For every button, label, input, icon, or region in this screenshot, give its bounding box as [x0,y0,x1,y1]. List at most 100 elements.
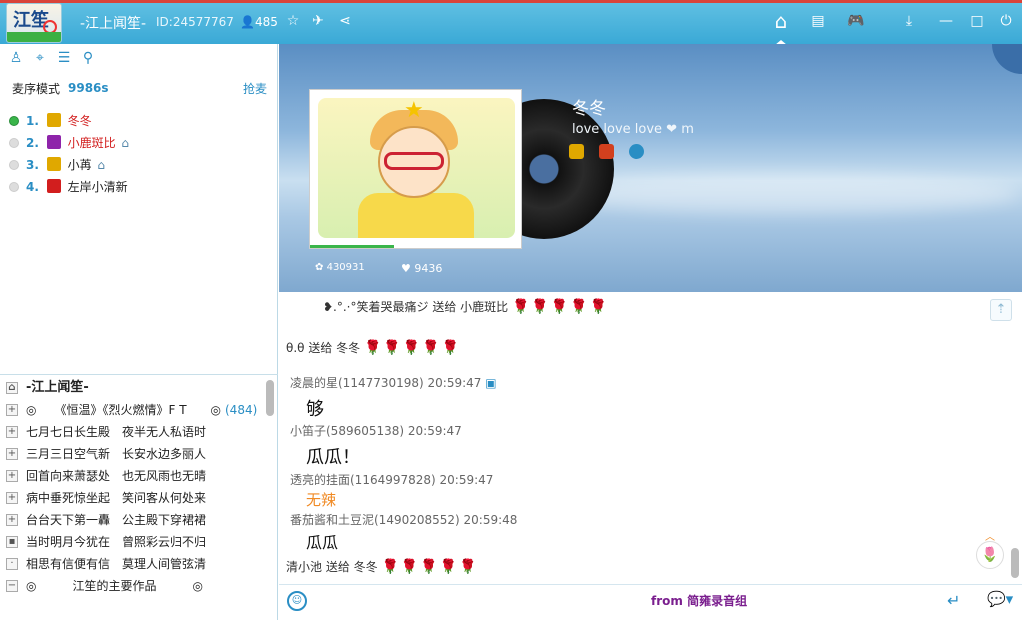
expand-icon[interactable]: + [6,448,18,460]
gift-message: θ.θ 送给 冬冬 🌹🌹🌹🌹🌹 [286,340,462,356]
mic-queue: 1. 冬冬 2. 小鹿斑比 ⌂ 3. 小苒 ⌂ 4. 左岸小清新 [8,110,268,198]
phone-icon: ▣ [485,376,497,390]
rose-icon: 🌹🌹🌹🌹🌹 [381,559,479,575]
message-text: 够 [306,399,324,420]
message-text: 瓜瓜！ [306,447,360,468]
bird-icon[interactable] [629,144,644,159]
anchor-signature: love love love ❤ m [572,122,694,137]
now-playing-banner: ★ 冬冬 love love love ❤ m ✿ 430931 ♥ 9436 [279,44,1022,292]
chat-bubble-icon[interactable]: 💬▾ [987,590,1013,608]
queue-item[interactable]: 3. 小苒 ⌂ [8,154,268,176]
chat-area: ❥.°.·°笑着哭最痛ジ 送给 小鹿斑比 🌹🌹🌹🌹🌹 θ.θ 送给 冬冬 🌹🌹🌹… [279,292,1008,584]
emoji-icon[interactable]: ☺ [287,591,307,611]
download-icon[interactable]: ⤓ [900,12,918,30]
expand-icon[interactable]: + [6,404,18,416]
share-icon[interactable]: ⋖ [336,12,354,30]
rose-icon: 🌹🌹🌹🌹🌹 [363,340,462,356]
chat-scrollbar[interactable] [1011,548,1019,578]
title-bar: 江笙 -江上闻笙- ID:24577767 👤485 ☆ ✈ ⋖ ⌂ ▤ 🎮 ⤓… [0,0,1022,45]
status-dot [9,182,19,192]
queue-item[interactable]: 2. 小鹿斑比 ⌂ [8,132,268,154]
channel-list: ⌂ -江上闻笙- + ◎ 《恒温》《烈火燃情》F T ◎ (484) + 七月七日长生殿… [4,377,266,597]
channel-count: (484) [225,403,258,417]
status-dot [9,116,19,126]
plane-icon[interactable]: ✈ [309,12,327,30]
channel-item[interactable]: − ◎ 江笙的主要作品 ◎ [4,575,266,597]
gamepad-icon[interactable]: 🎮 [847,12,865,30]
dot-icon: · [6,558,18,570]
rose-icon: 🌹🌹🌹🌹🌹 [511,299,610,315]
home-icon[interactable]: ⌂ [770,10,792,32]
search-icon[interactable]: ⚲ [80,50,96,66]
room-logo[interactable]: 江笙 [6,3,62,43]
maximize-icon[interactable]: □ [968,12,986,30]
location-icon[interactable]: ⌖ [32,50,48,66]
channel-scrollbar[interactable] [266,380,274,416]
input-bar: ☺ from 简雍录音组 ↵ 💬▾ [279,584,1022,620]
minimize-icon[interactable]: — [937,12,955,30]
scroll-top-button[interactable]: ⇡ [990,299,1012,321]
house-icon: ⌂ [121,136,130,150]
source-label: from 简雍录音组 [651,594,748,608]
message-meta: 凌晨的星(1147730198) 20:59:47 ▣ [290,376,497,390]
crown-icon[interactable] [569,144,584,159]
left-panel: ♙ ⌖ ☰ ⚲ 麦序模式 9986s 抢麦 1. 冬冬 2. 小鹿斑比 ⌂ 3. 小苒… [0,44,278,620]
message-text: 无辣 [306,491,337,509]
channel-item[interactable]: + 台台天下第一轟 公主殿下穿裙裙 [4,509,266,531]
anchor-badges [569,144,659,162]
user-icon[interactable]: ♙ [8,50,24,66]
channel-item[interactable]: + ◎ 《恒温》《烈火燃情》F T ◎ (484) [4,399,266,421]
person-icon: 👤 [240,15,255,29]
channel-item[interactable]: + 病中垂死惊坐起 笑问客从何处来 [4,487,266,509]
vip-badge-icon [46,113,61,127]
status-dot [9,138,19,148]
message-meta: 小笛子(589605138) 20:59:47 [290,424,462,438]
album-cover[interactable]: ★ [309,89,522,249]
hearts-stat: ♥ 9436 [401,262,443,275]
house-icon: ⌂ [97,158,106,172]
channel-item[interactable]: · 相思有信便有信 莫理人间管弦清 [4,553,266,575]
channel-root[interactable]: ⌂ -江上闻笙- [4,377,266,399]
expand-icon[interactable]: + [6,426,18,438]
corner-badge-icon[interactable] [992,44,1022,74]
online-count: 👤485 [240,15,278,29]
channel-item[interactable]: + 七月七日长生殿 夜半无人私语时 [4,421,266,443]
expand-icon[interactable]: + [6,492,18,504]
message-meta: 透亮的挂面(1164997828) 20:59:47 [290,473,494,487]
star-icon[interactable]: ☆ [284,12,302,30]
lock-icon: ▪ [6,536,18,548]
notes-icon[interactable]: ☰ [56,50,72,66]
level-badge-icon[interactable] [599,144,614,159]
room-name: -江上闻笙- [80,16,147,32]
star-icon: ★ [404,98,424,123]
queue-item[interactable]: 1. 冬冬 [8,110,268,132]
left-toolbar: ♙ ⌖ ☰ ⚲ [8,50,104,70]
grab-mic-button[interactable]: 抢麦 [243,80,267,97]
album-art: ★ [318,98,515,238]
message-text: 瓜瓜 [306,533,339,552]
channel-item[interactable]: + 回首向来萧瑟处 也无风雨也无晴 [4,465,266,487]
vip-badge-icon [46,179,61,193]
title-accent-line [0,0,1022,3]
queue-item[interactable]: 4. 左岸小清新 [8,176,268,198]
home-icon: ⌂ [6,382,18,394]
collapse-icon[interactable]: − [6,580,18,592]
vip-badge-icon [46,135,61,149]
play-progress [310,245,395,248]
flower-icon: ✿ [315,262,324,273]
vip-badge-icon [46,157,61,171]
send-icon[interactable]: ↵ [947,591,960,610]
expand-icon[interactable]: + [6,514,18,526]
message-meta: 番茄酱和土豆泥(1490208552) 20:59:48 [290,513,518,527]
status-dot [9,160,19,170]
send-flower-button[interactable]: 🌷 [976,541,1004,569]
list-icon[interactable]: ▤ [809,12,827,30]
gift-message: 清小池 送给 冬冬 🌹🌹🌹🌹🌹 [286,559,479,575]
power-icon[interactable]: ⏻ [997,12,1015,30]
expand-icon[interactable]: + [6,470,18,482]
likes-stat: ✿ 430931 [315,262,365,273]
channel-item[interactable]: + 三月三日空气新 长安水边多丽人 [4,443,266,465]
anchor-name: 冬冬 [572,99,606,119]
channel-item[interactable]: ▪ 当时明月今犹在 曾照彩云归不归 [4,531,266,553]
room-id: ID:24577767 [156,15,234,29]
